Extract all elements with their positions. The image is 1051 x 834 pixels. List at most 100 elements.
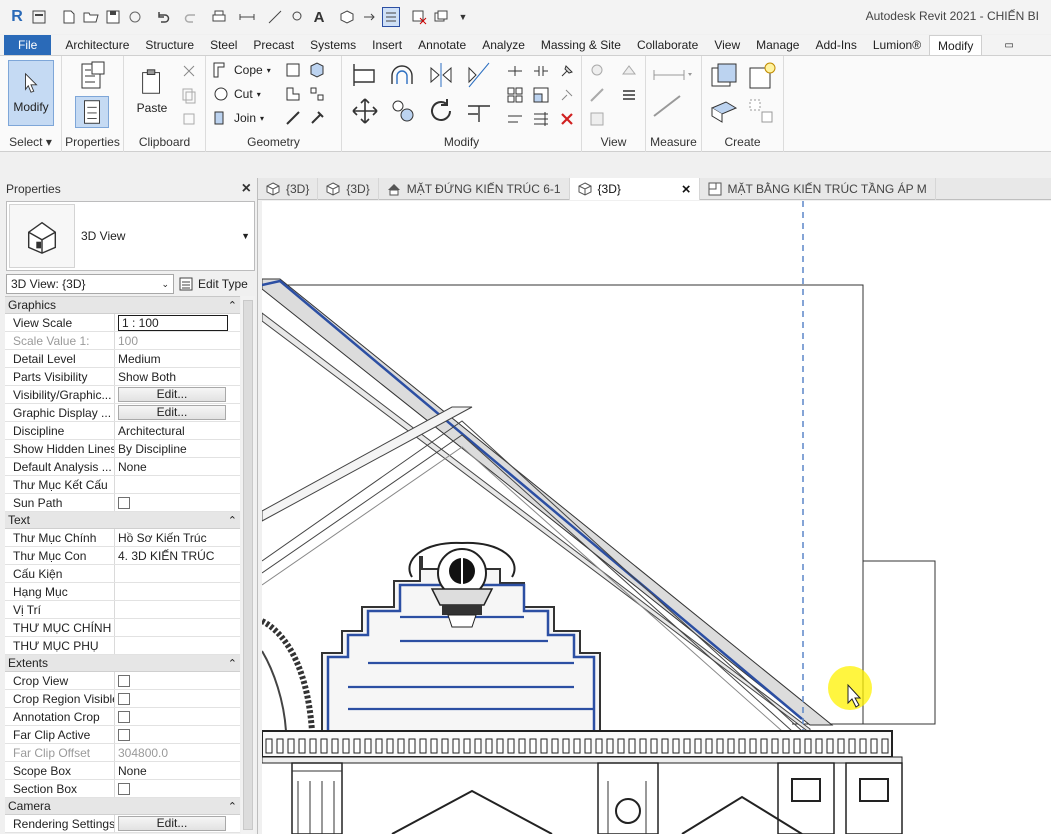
property-value[interactable]: Hồ Sơ Kiến Trúc <box>115 529 240 546</box>
instance-filter-select[interactable]: 3D View: {3D} ⌄ <box>6 274 174 294</box>
edit-button[interactable]: Edit... <box>118 816 226 831</box>
unpin-icon[interactable] <box>558 86 576 104</box>
tab-annotate[interactable]: Annotate <box>410 35 474 55</box>
split-icon[interactable] <box>506 62 524 80</box>
save-icon[interactable] <box>104 7 122 27</box>
new-icon[interactable] <box>60 7 78 27</box>
join-button[interactable]: Join ▾ <box>212 109 264 127</box>
cope-button[interactable]: Cope ▾ <box>212 61 271 79</box>
type-properties-icon[interactable] <box>76 60 108 92</box>
paste-button[interactable]: Paste <box>132 60 172 122</box>
property-value[interactable] <box>115 708 240 725</box>
property-value[interactable]: 1 : 100 <box>115 314 240 331</box>
redo-icon[interactable] <box>182 7 200 27</box>
create-group-icon[interactable] <box>746 60 778 92</box>
tab-view[interactable]: View <box>706 35 748 55</box>
move-icon[interactable] <box>350 96 380 126</box>
section-graphics[interactable]: Graphics ⌃ <box>5 297 240 314</box>
aligned-dimension-icon[interactable] <box>652 94 692 118</box>
demolish-icon[interactable] <box>308 85 326 103</box>
view-tab[interactable]: {3D} <box>258 178 319 200</box>
tab-lumion[interactable]: Lumion® <box>865 35 929 55</box>
thin-lines-toggle-icon[interactable] <box>620 86 638 104</box>
paint-icon[interactable] <box>308 61 326 79</box>
type-selector[interactable]: 3D View ▼ <box>6 201 255 271</box>
dimension-icon[interactable] <box>266 7 284 27</box>
model-drawing[interactable] <box>262 201 1051 834</box>
print-icon[interactable] <box>210 7 228 27</box>
array-icon[interactable] <box>506 86 524 104</box>
view-tab[interactable]: MẶT ĐỨNG KIẾN TRÚC 6-1 <box>379 178 570 200</box>
modify-button[interactable]: Modify <box>8 60 54 126</box>
tab-structure[interactable]: Structure <box>137 35 202 55</box>
copy-icon[interactable] <box>180 86 198 104</box>
tab-collaborate[interactable]: Collaborate <box>629 35 706 55</box>
checkbox[interactable] <box>118 728 130 741</box>
3d-view-icon[interactable] <box>338 7 356 27</box>
tab-analyze[interactable]: Analyze <box>474 35 533 55</box>
linework-icon[interactable] <box>588 86 606 104</box>
property-value[interactable] <box>115 476 240 493</box>
property-value[interactable] <box>115 637 240 654</box>
collapse-icon[interactable]: ⌃ <box>228 514 237 527</box>
view-tab[interactable]: {3D} <box>318 178 379 200</box>
property-value[interactable] <box>115 619 240 636</box>
revit-logo-icon[interactable]: R <box>8 7 26 27</box>
section-text[interactable]: Text ⌃ <box>5 512 240 529</box>
property-value[interactable] <box>115 583 240 600</box>
cut-geometry-button[interactable]: Cut ▾ <box>212 85 261 103</box>
properties-button[interactable] <box>75 96 109 128</box>
scale-icon[interactable] <box>532 86 550 104</box>
open-icon[interactable] <box>82 7 100 27</box>
tab-file[interactable]: File <box>4 35 52 55</box>
property-value[interactable] <box>115 780 240 797</box>
edit-button[interactable]: Edit... <box>118 387 226 402</box>
pin-icon[interactable] <box>558 62 576 80</box>
align-icon[interactable] <box>350 60 380 90</box>
thin-lines-icon[interactable] <box>382 7 400 27</box>
cut-icon[interactable] <box>180 62 198 80</box>
tag-icon[interactable] <box>288 7 306 27</box>
match-type-icon[interactable] <box>180 110 198 128</box>
tab-insert[interactable]: Insert <box>364 35 410 55</box>
offset-icon[interactable] <box>388 60 418 90</box>
section-camera[interactable]: Camera ⌃ <box>5 798 240 815</box>
mirror-axis-icon[interactable] <box>426 60 456 90</box>
beam-join-icon[interactable] <box>284 109 302 127</box>
visibility-icon[interactable] <box>588 110 606 128</box>
collapse-icon[interactable]: ⌃ <box>228 657 237 670</box>
wall-joins-icon[interactable] <box>284 85 302 103</box>
section-icon[interactable] <box>360 7 378 27</box>
tab-manage[interactable]: Manage <box>748 35 807 55</box>
edit-type-button[interactable]: Edit Type <box>178 276 248 292</box>
view-scale-input[interactable]: 1 : 100 <box>118 314 228 331</box>
property-value[interactable] <box>115 726 240 743</box>
property-value[interactable]: 4. 3D KIẾN TRÚC <box>115 547 240 564</box>
create-similar-icon[interactable] <box>746 96 778 126</box>
ribbon-toggle-icon[interactable]: ▭ <box>996 35 1021 55</box>
section-extents[interactable]: Extents ⌃ <box>5 655 240 672</box>
view-tab[interactable]: MẶT BẰNG KIẾN TRÚC TẦNG ÁP M <box>700 178 936 200</box>
mirror-draw-icon[interactable] <box>464 60 494 90</box>
property-value[interactable]: Show Both <box>115 368 240 385</box>
properties-scrollbar[interactable] <box>241 296 255 834</box>
create-parts-icon[interactable] <box>708 96 740 126</box>
tab-steel[interactable]: Steel <box>202 35 245 55</box>
tab-precast[interactable]: Precast <box>245 35 302 55</box>
property-value[interactable] <box>115 494 240 511</box>
trim-single-icon[interactable] <box>506 110 524 128</box>
checkbox[interactable] <box>118 496 130 509</box>
undo-icon[interactable] <box>154 7 172 27</box>
select-dropdown[interactable]: Select ▾ <box>0 135 61 149</box>
close-icon[interactable]: × <box>682 181 691 198</box>
property-value[interactable]: None <box>115 762 240 779</box>
create-assembly-icon[interactable] <box>708 60 740 92</box>
checkbox[interactable] <box>118 782 130 795</box>
open-project-icon[interactable] <box>30 7 48 27</box>
property-value[interactable]: Edit... <box>115 815 240 832</box>
checkbox[interactable] <box>118 710 130 723</box>
measure-icon[interactable] <box>238 7 256 27</box>
property-value[interactable]: Architectural <box>115 422 240 439</box>
rotate-icon[interactable] <box>426 96 456 126</box>
property-value[interactable] <box>115 601 240 618</box>
